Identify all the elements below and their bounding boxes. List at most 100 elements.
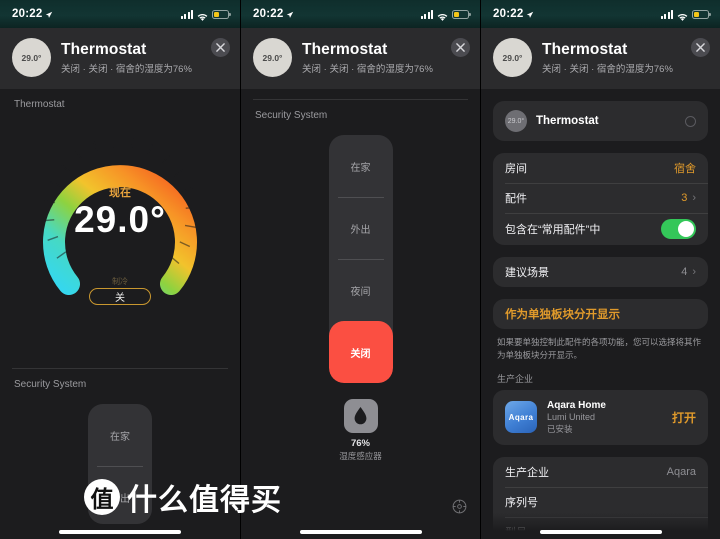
battery-low-icon: [212, 9, 231, 19]
accessory-card[interactable]: 29.0° Thermostat: [493, 101, 708, 141]
separate-tiles-row[interactable]: 作为单独板块分开显示: [493, 299, 708, 329]
security-option-away[interactable]: 外出: [329, 197, 393, 259]
security-option-label: 在家: [110, 431, 130, 443]
accessory-header: 29.0° Thermostat 关闭 · 关闭 · 宿舍的湿度为76%: [481, 28, 720, 89]
accessory-header: 29.0° Thermostat 关闭 · 关闭 · 宿舍的湿度为76%: [0, 28, 240, 89]
security-option-label: 关闭: [350, 348, 371, 360]
settings-row-room[interactable]: 房间 宿舍: [493, 153, 708, 183]
manufacturer-section-label: 生产企业: [497, 373, 534, 384]
open-app-button[interactable]: 打开: [672, 409, 696, 426]
dial-mode-caption: 制冷: [112, 277, 128, 286]
thermostat-dial[interactable]: 现在 29.0° 制冷 关: [0, 114, 240, 314]
info-row-manufacturer: 生产企业 Aqara: [493, 457, 708, 487]
mode-off-label: 关: [115, 293, 125, 304]
separate-tiles-card[interactable]: 作为单独板块分开显示: [493, 299, 708, 329]
humidity-value: 76%: [350, 438, 370, 449]
panel-accessory-settings: 20:22 29.0° Thermostat 关闭 · 关闭 · 宿舍的湿度为7…: [480, 0, 720, 539]
section-label-security: Security System: [255, 110, 328, 121]
app-developer: Lumi United: [547, 411, 596, 422]
avatar-temp-label: 29.0°: [502, 52, 523, 63]
info-row-label: 序列号: [505, 496, 538, 509]
accessory-status-subtitle: 关闭 · 关闭 · 宿舍的湿度为76%: [61, 63, 192, 75]
separate-tiles-label: 作为单独板块分开显示: [505, 309, 620, 321]
accessory-header: 29.0° Thermostat 关闭 · 关闭 · 宿舍的湿度为76%: [241, 28, 480, 89]
separate-tiles-description: 如果要单独控制此配件的各项功能，您可以选择将其作为单独板块分开显示。: [497, 337, 702, 360]
accessory-status-subtitle: 关闭 · 关闭 · 宿舍的湿度为76%: [542, 63, 673, 75]
accessory-thumb-label: 29.0°: [507, 117, 525, 125]
accessory-thumb: 29.0°: [505, 110, 527, 132]
settings-row-scenes[interactable]: 建议场景 4 ›: [493, 257, 708, 287]
suggested-scenes-card[interactable]: 建议场景 4 ›: [493, 257, 708, 287]
humidity-sensor-tile[interactable]: 76% 湿度感应器: [241, 399, 480, 462]
app-icon-label: Aqara: [508, 412, 534, 422]
battery-low-icon: [692, 9, 711, 19]
status-time-label: 20:22: [493, 8, 524, 20]
settings-row-value: 宿舍: [674, 163, 696, 175]
close-icon: [696, 43, 705, 52]
app-install-state: 已安装: [547, 423, 573, 434]
open-app-label: 打开: [671, 410, 696, 425]
accessory-name: Thermostat: [536, 115, 599, 127]
page-title: Thermostat: [302, 40, 388, 58]
status-indicators: [661, 9, 711, 22]
gear-icon[interactable]: [451, 498, 468, 515]
section-label-security: Security System: [14, 379, 87, 390]
close-icon: [216, 43, 225, 52]
security-option-home[interactable]: 在家: [88, 404, 152, 466]
info-row-serial: 序列号: [493, 486, 708, 517]
security-option-off[interactable]: 关闭: [328, 321, 393, 383]
close-button[interactable]: [211, 38, 230, 57]
settings-row-label: 建议场景: [505, 267, 549, 279]
app-card[interactable]: Aqara Aqara Home Lumi United 已安装 打开: [493, 389, 708, 445]
settings-row-value: 3: [681, 192, 688, 204]
settings-row-label: 包含在“常用配件”中: [505, 224, 601, 236]
panel-security-system: 20:22 29.0° Thermostat 关闭 · 关闭 · 宿舍的湿度为7…: [240, 0, 480, 539]
page-title: Thermostat: [542, 40, 628, 58]
watermark-badge: 值: [84, 479, 120, 515]
status-bar: 20:22: [481, 0, 720, 28]
home-indicator: [299, 530, 422, 534]
location-arrow-icon: [45, 10, 53, 18]
settings-row-accessories[interactable]: 配件 3 ›: [493, 183, 708, 213]
favorites-toggle[interactable]: [661, 219, 696, 239]
location-arrow-icon: [526, 10, 534, 18]
close-button[interactable]: [691, 38, 710, 57]
location-arrow-icon: [286, 10, 294, 18]
chevron-right-icon: ›: [692, 192, 696, 204]
settings-row-favorites[interactable]: 包含在“常用配件”中: [493, 213, 708, 245]
cellular-bars-icon: [421, 9, 433, 19]
wifi-icon: [197, 10, 208, 22]
accessory-status-subtitle: 关闭 · 关闭 · 宿舍的湿度为76%: [302, 63, 433, 75]
wifi-icon: [437, 10, 448, 22]
chevron-right-icon: ›: [692, 266, 696, 278]
settings-row-value: 4: [681, 266, 688, 278]
settings-card: 房间 宿舍 配件 3 › 包含在“常用配件”中: [493, 153, 708, 245]
dial-now-label: 现在: [109, 187, 131, 199]
cellular-bars-icon: [661, 9, 673, 19]
avatar: 29.0°: [12, 38, 51, 77]
humidity-sensor-name: 湿度感应器: [339, 451, 382, 461]
settings-row-label: 配件: [505, 193, 527, 205]
water-drop-icon: [343, 399, 378, 433]
aqara-app-icon: Aqara: [505, 401, 537, 433]
status-indicators: [181, 9, 231, 22]
mode-off-button[interactable]: 关: [89, 288, 151, 305]
close-button[interactable]: [451, 38, 470, 57]
battery-low-icon: [452, 9, 471, 19]
current-temperature: 29.0°: [74, 199, 166, 240]
wifi-icon: [677, 10, 688, 22]
power-circle-icon[interactable]: [685, 115, 696, 127]
section-label-thermostat: Thermostat: [14, 99, 65, 110]
close-icon: [456, 43, 465, 52]
bottom-fade: [481, 513, 720, 539]
watermark-text: 什么值得买: [127, 484, 282, 517]
status-bar: 20:22: [0, 0, 240, 28]
security-option-label: 外出: [350, 224, 371, 236]
security-option-home[interactable]: 在家: [329, 135, 393, 197]
info-row-label: 生产企业: [505, 466, 549, 479]
app-name: Aqara Home: [547, 399, 606, 411]
watermark: 值 什么值得买: [84, 475, 282, 519]
security-option-night[interactable]: 夜间: [329, 259, 393, 321]
security-system-control-p2[interactable]: 在家 外出 夜间 关闭: [241, 125, 480, 383]
status-time-label: 20:22: [253, 8, 284, 20]
